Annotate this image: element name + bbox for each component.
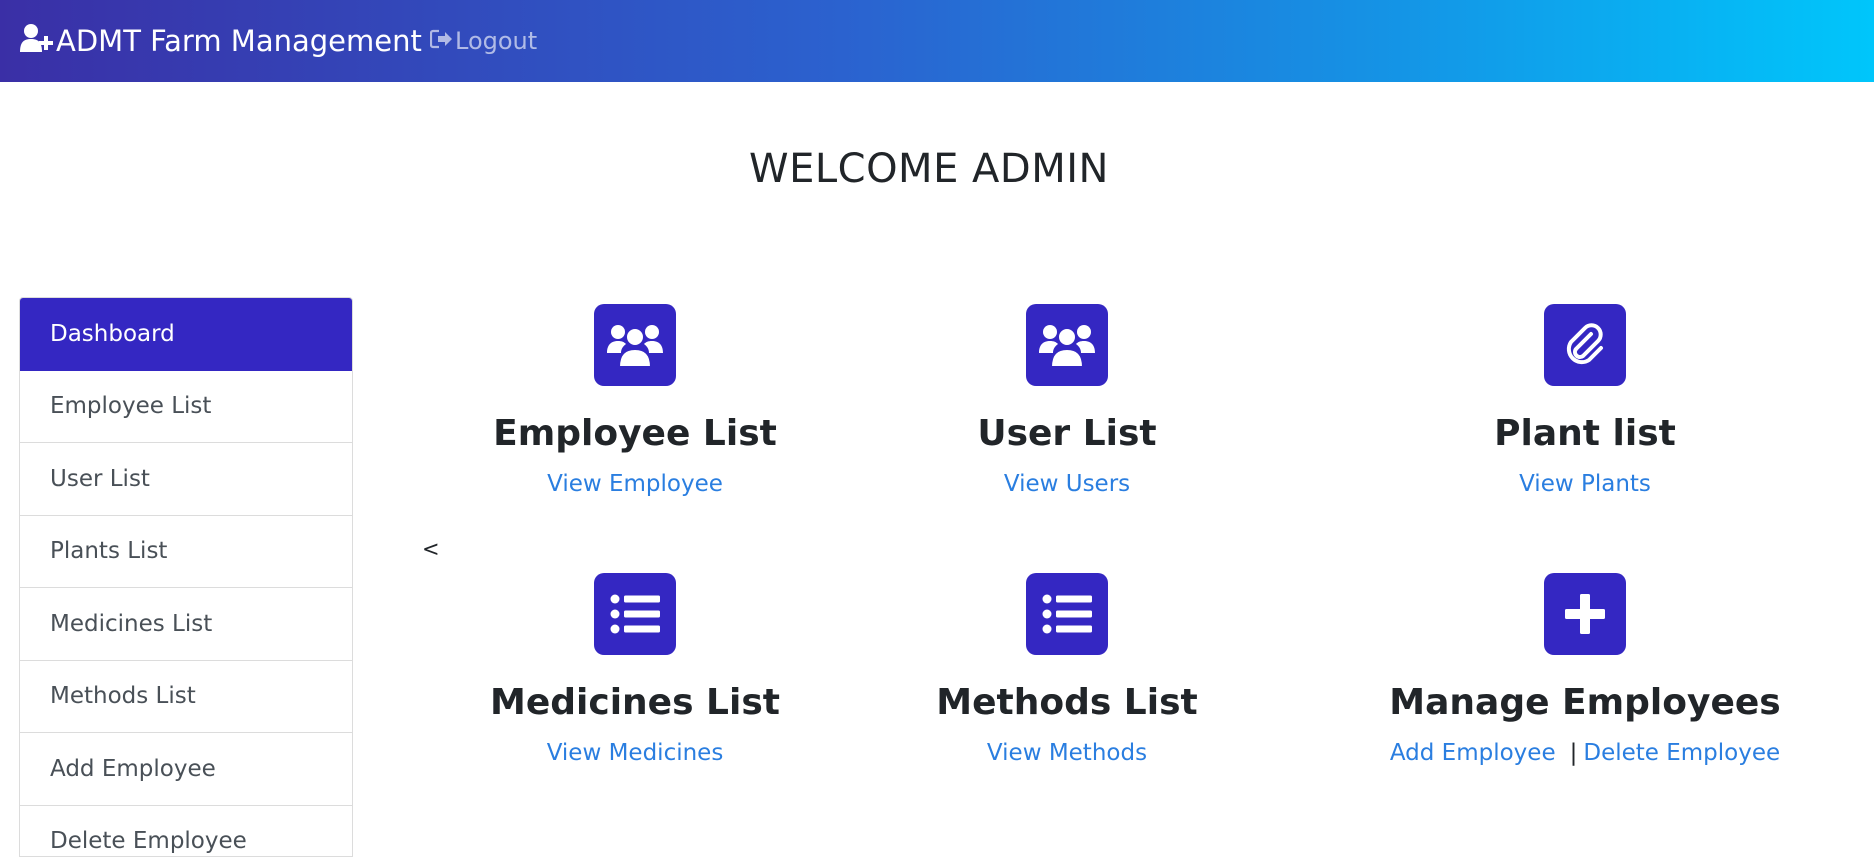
top-navbar: ADMT Farm Management Logout — [0, 0, 1874, 82]
paperclip-icon — [1544, 304, 1626, 386]
card-title: Medicines List — [435, 681, 835, 725]
sidebar-item-plants-list[interactable]: Plants List — [20, 516, 352, 589]
list-icon — [594, 573, 676, 655]
card-plant-list: Plant list View Plants — [1385, 304, 1785, 500]
card-medicines-list: Medicines List View Medicines — [435, 573, 835, 769]
users-icon — [594, 304, 676, 386]
list-icon — [1026, 573, 1108, 655]
view-medicines-link[interactable]: View Medicines — [547, 740, 724, 766]
card-methods-list: Methods List View Methods — [867, 573, 1267, 769]
card-title: User List — [867, 412, 1267, 456]
users-icon — [1026, 304, 1108, 386]
card-title: Methods List — [867, 681, 1267, 725]
card-title: Plant list — [1385, 412, 1785, 456]
stray-text: < — [422, 537, 440, 561]
logout-label: Logout — [455, 27, 537, 55]
card-title: Employee List — [435, 412, 835, 456]
view-methods-link[interactable]: View Methods — [987, 740, 1147, 766]
delete-employee-link[interactable]: Delete Employee — [1583, 740, 1780, 766]
plus-icon — [1544, 573, 1626, 655]
card-title: Manage Employees — [1385, 681, 1785, 725]
brand-title: ADMT Farm Management — [56, 24, 422, 58]
sidebar-item-medicines-list[interactable]: Medicines List — [20, 588, 352, 661]
sidebar-menu: Dashboard Employee List User List Plants… — [19, 297, 353, 857]
sidebar-item-employee-list[interactable]: Employee List — [20, 371, 352, 444]
sign-out-icon — [430, 27, 455, 55]
view-employee-link[interactable]: View Employee — [547, 471, 723, 497]
sidebar-item-user-list[interactable]: User List — [20, 443, 352, 516]
user-plus-icon — [20, 23, 56, 60]
card-employee-list: Employee List View Employee — [435, 304, 835, 500]
view-plants-link[interactable]: View Plants — [1519, 471, 1651, 497]
add-employee-link[interactable]: Add Employee — [1390, 740, 1556, 766]
sidebar-item-add-employee[interactable]: Add Employee — [20, 733, 352, 806]
view-users-link[interactable]: View Users — [1004, 471, 1130, 497]
sidebar-item-methods-list[interactable]: Methods List — [20, 661, 352, 734]
card-user-list: User List View Users — [867, 304, 1267, 500]
sidebar-item-dashboard[interactable]: Dashboard — [20, 298, 352, 371]
logout-link[interactable]: Logout — [430, 0, 537, 82]
link-separator: | — [1570, 740, 1578, 766]
sidebar-item-delete-employee[interactable]: Delete Employee — [20, 806, 352, 857]
card-manage-employees: Manage Employees Add Employee |Delete Emp… — [1385, 573, 1785, 769]
brand-link[interactable]: ADMT Farm Management — [20, 0, 422, 82]
welcome-heading: WELCOME ADMIN — [0, 146, 1858, 192]
